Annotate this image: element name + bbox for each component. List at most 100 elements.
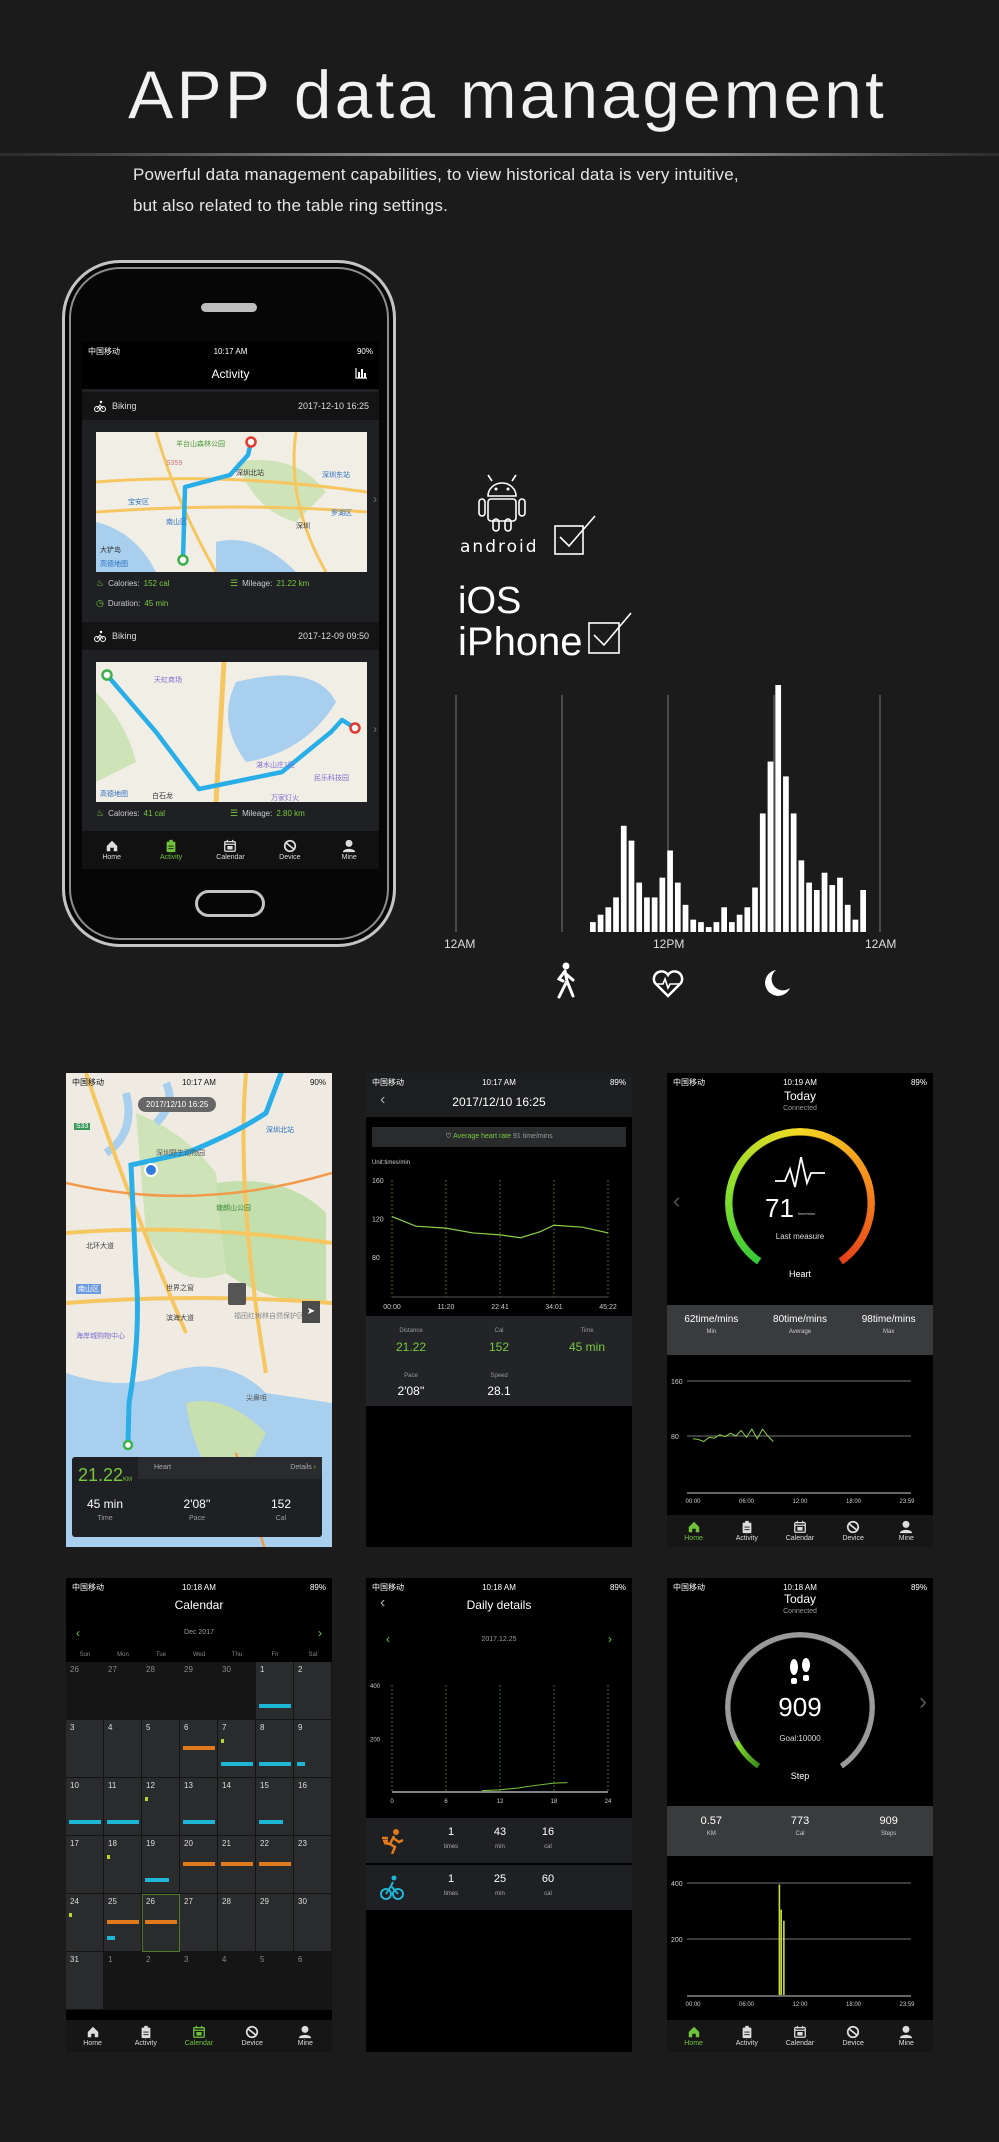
calendar-day[interactable]: 28 (142, 1662, 180, 1720)
map-label: 罗湖区 (331, 508, 352, 517)
calendar-day[interactable]: 31 (66, 1952, 104, 2010)
tab-mine[interactable]: Mine (279, 2025, 332, 2047)
calendar-day[interactable]: 14 (218, 1778, 256, 1836)
calendar-day[interactable]: 11 (104, 1778, 142, 1836)
calendar-day[interactable]: 6 (294, 1952, 332, 2010)
tab-device[interactable]: Device (827, 1520, 880, 1542)
calendar-day[interactable]: 30 (218, 1662, 256, 1720)
calendar-day[interactable]: 15 (256, 1778, 294, 1836)
locate-button[interactable]: ➤ (302, 1301, 320, 1323)
calendar-day[interactable]: 1 (104, 1952, 142, 2010)
calendar-day[interactable]: 3 (66, 1720, 104, 1778)
mileage-stat: ☰ Mileage: 21.22 km (230, 578, 309, 589)
day-number: 7 (222, 1723, 227, 1732)
activity-mark (145, 1797, 148, 1801)
card-tabs: Heart Details › (138, 1457, 322, 1479)
calendar-day[interactable]: 26 (142, 1894, 180, 1952)
tab-activity[interactable]: Activity (720, 2025, 773, 2047)
x-tick-label: 12:00 (792, 1499, 808, 1505)
calendar-day[interactable]: 28 (218, 1894, 256, 1952)
next-month-button[interactable]: › (318, 1626, 322, 1640)
calendar-day[interactable]: 12 (142, 1778, 180, 1836)
calendar-day[interactable]: 10 (66, 1778, 104, 1836)
tab-mine[interactable]: Mine (880, 1520, 933, 1542)
calendar-day[interactable]: 1 (256, 1662, 294, 1720)
calendar-day[interactable]: 27 (104, 1662, 142, 1720)
calendar-day[interactable]: 3 (180, 1952, 218, 2010)
tab-mine[interactable]: Mine (880, 2025, 933, 2047)
calendar-day[interactable]: 9 (294, 1720, 332, 1778)
calendar-day[interactable]: 17 (66, 1836, 104, 1894)
calendar-day[interactable]: 2 (294, 1662, 332, 1720)
x-tick-label: 12AM (865, 937, 897, 951)
tab-calendar[interactable]: Calendar (773, 1520, 826, 1542)
end-marker (349, 722, 361, 734)
bar-chart-icon[interactable] (355, 368, 367, 379)
activity-row[interactable]: 1 times 25 min 60 cal (366, 1865, 632, 1911)
device-icon (847, 2025, 860, 2039)
day-number: 18 (108, 1839, 117, 1848)
tab-home[interactable]: Home (667, 2025, 720, 2047)
map-label: 海岸城购物中心 (76, 1333, 125, 1340)
activity-header[interactable]: Biking 2017-12-10 16:25 (82, 392, 379, 420)
tab-device[interactable]: Device (226, 2025, 279, 2047)
tab-calendar[interactable]: Calendar (773, 2025, 826, 2047)
calendar-day[interactable]: 6 (180, 1720, 218, 1778)
calendar-day[interactable]: 22 (256, 1836, 294, 1894)
histogram-bar (590, 922, 596, 932)
stat-label: Cal (494, 1328, 504, 1334)
y-tick-label: 160 (372, 1178, 384, 1185)
calendar-day[interactable]: 2 (142, 1952, 180, 2010)
calendar-day[interactable]: 7 (218, 1720, 256, 1778)
calendar-day[interactable]: 26 (66, 1662, 104, 1720)
tab-home[interactable]: Home (82, 839, 141, 861)
day-number: 26 (70, 1665, 79, 1674)
calendar-day[interactable]: 5 (256, 1952, 294, 2010)
calendar-day[interactable]: 18 (104, 1836, 142, 1894)
profile-icon (299, 2025, 312, 2039)
calendar-day[interactable]: 21 (218, 1836, 256, 1894)
tab-activity[interactable]: Activity (119, 2025, 172, 2047)
tab-calendar[interactable]: Calendar (201, 839, 260, 861)
heart-tab[interactable]: Heart (154, 1464, 171, 1471)
cal-label: Cal (275, 1515, 287, 1522)
tab-activity[interactable]: Activity (720, 1520, 773, 1542)
x-tick-label: 00:00 (685, 1499, 701, 1505)
histogram-bar (636, 882, 643, 932)
calendar-day[interactable]: 29 (256, 1894, 294, 1952)
tab-bar: Home Activity Calendar Device Mine (667, 2020, 933, 2052)
route-map-thumbnail[interactable]: 天虹商场 白石龙 湛水山庄1区 民乐科技园 万家灯火 高德地图 (96, 662, 367, 802)
tab-mine[interactable]: Mine (320, 839, 379, 861)
next-arrow[interactable]: › (373, 492, 377, 506)
calendar-day[interactable]: 4 (218, 1952, 256, 2010)
stat-label: Calories: (108, 809, 140, 818)
activity-mark (259, 1762, 291, 1766)
calendar-day[interactable]: 5 (142, 1720, 180, 1778)
calendar-day[interactable]: 24 (66, 1894, 104, 1952)
calendar-day[interactable]: 30 (294, 1894, 332, 1952)
tab-activity[interactable]: Activity (141, 839, 200, 861)
tab-device[interactable]: Device (827, 2025, 880, 2047)
tab-calendar[interactable]: Calendar (172, 2025, 225, 2047)
calendar-day[interactable]: 13 (180, 1778, 218, 1836)
calendar-day[interactable]: 23 (294, 1836, 332, 1894)
tab-home[interactable]: Home (66, 2025, 119, 2047)
calendar-day[interactable]: 19 (142, 1836, 180, 1894)
day-number: 3 (184, 1955, 189, 1964)
calendar-day[interactable]: 16 (294, 1778, 332, 1836)
calendar-day[interactable]: 4 (104, 1720, 142, 1778)
activity-row[interactable]: 1 times 43 min 16 cal (366, 1818, 632, 1864)
map-label: 福田红树林自然保护区 (234, 1313, 304, 1320)
tab-device[interactable]: Device (260, 839, 319, 861)
details-link[interactable]: Details › (290, 1464, 316, 1471)
day-number: 21 (222, 1839, 231, 1848)
calendar-day[interactable]: 25 (104, 1894, 142, 1952)
calendar-day[interactable]: 20 (180, 1836, 218, 1894)
next-arrow[interactable]: › (373, 722, 377, 736)
calendar-day[interactable]: 27 (180, 1894, 218, 1952)
activity-header[interactable]: Biking 2017-12-09 09:50 (82, 622, 379, 650)
route-map-thumbnail[interactable]: 羊台山森林公园 S359 深圳北站 深圳东站 宝安区 南山区 罗湖区 深圳 大铲岛 高德地图 (96, 432, 367, 572)
tab-home[interactable]: Home (667, 1520, 720, 1542)
calendar-day[interactable]: 29 (180, 1662, 218, 1720)
calendar-day[interactable]: 8 (256, 1720, 294, 1778)
